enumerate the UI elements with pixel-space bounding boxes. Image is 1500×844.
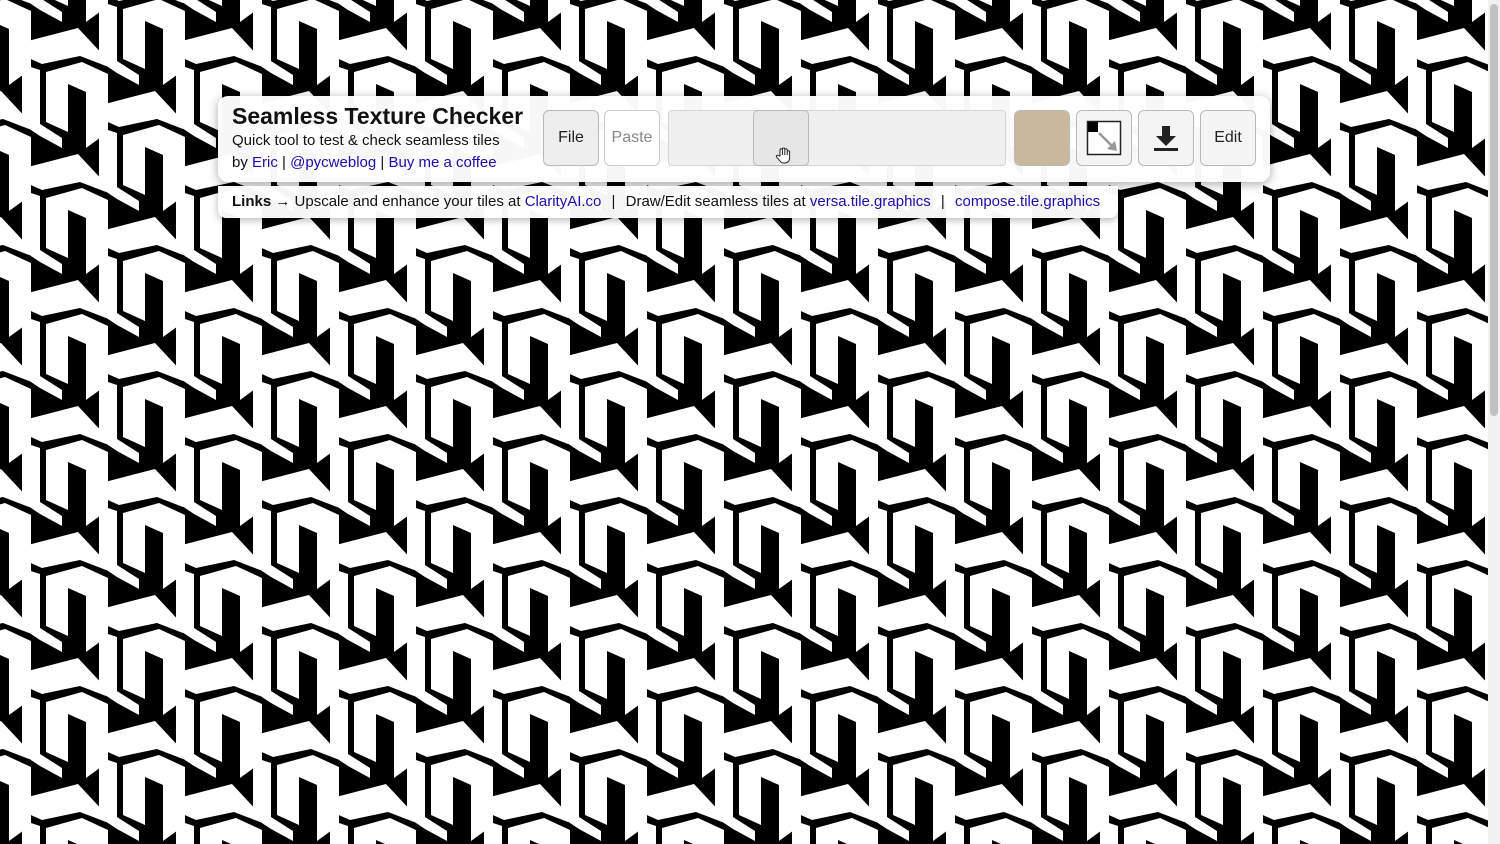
scrollbar-thumb[interactable] <box>1490 4 1498 416</box>
coffee-link[interactable]: Buy me a coffee <box>388 154 496 171</box>
app-title: Seamless Texture Checker <box>232 103 524 129</box>
page-scrollbar[interactable] <box>1488 0 1500 844</box>
file-button[interactable]: File <box>543 110 599 166</box>
paste-button[interactable]: Paste <box>604 110 660 166</box>
download-icon <box>1154 126 1178 151</box>
links-bar: Links → Upscale and enhance your tiles a… <box>218 186 1118 218</box>
slider-thumb[interactable] <box>753 110 809 166</box>
download-button[interactable] <box>1138 110 1194 166</box>
background-color-picker[interactable] <box>1014 110 1070 166</box>
compose-link[interactable]: compose.tile.graphics <box>955 193 1100 210</box>
hand-cursor-icon <box>775 147 791 164</box>
byline-separator: | <box>380 154 385 171</box>
links-separator: | <box>940 193 945 210</box>
fit-toggle-button[interactable] <box>1076 110 1132 166</box>
links-text-draw: Draw/Edit seamless tiles at <box>625 193 806 210</box>
color-swatch <box>1015 111 1069 165</box>
twitter-link[interactable]: @pycweblog <box>290 154 376 171</box>
links-heading: Links <box>232 193 272 210</box>
byline-separator: | <box>282 154 286 171</box>
author-link[interactable]: Eric <box>252 154 278 171</box>
clarityai-link[interactable]: ClarityAI.co <box>525 193 602 210</box>
app-subtitle: Quick tool to test & check seamless tile… <box>232 132 500 149</box>
corner-resize-icon <box>1086 120 1122 156</box>
links-arrow: → <box>275 193 291 210</box>
tile-size-slider[interactable] <box>668 110 1006 166</box>
by-prefix: by <box>232 154 248 171</box>
control-panel: Seamless Texture Checker Quick tool to t… <box>218 96 1270 182</box>
versa-link[interactable]: versa.tile.graphics <box>810 193 931 210</box>
links-separator: | <box>611 193 616 210</box>
edit-button[interactable]: Edit <box>1200 110 1256 166</box>
links-text-upscale: Upscale and enhance your tiles at <box>294 193 521 210</box>
byline: by Eric | @pycweblog | Buy me a coffee <box>232 154 497 171</box>
